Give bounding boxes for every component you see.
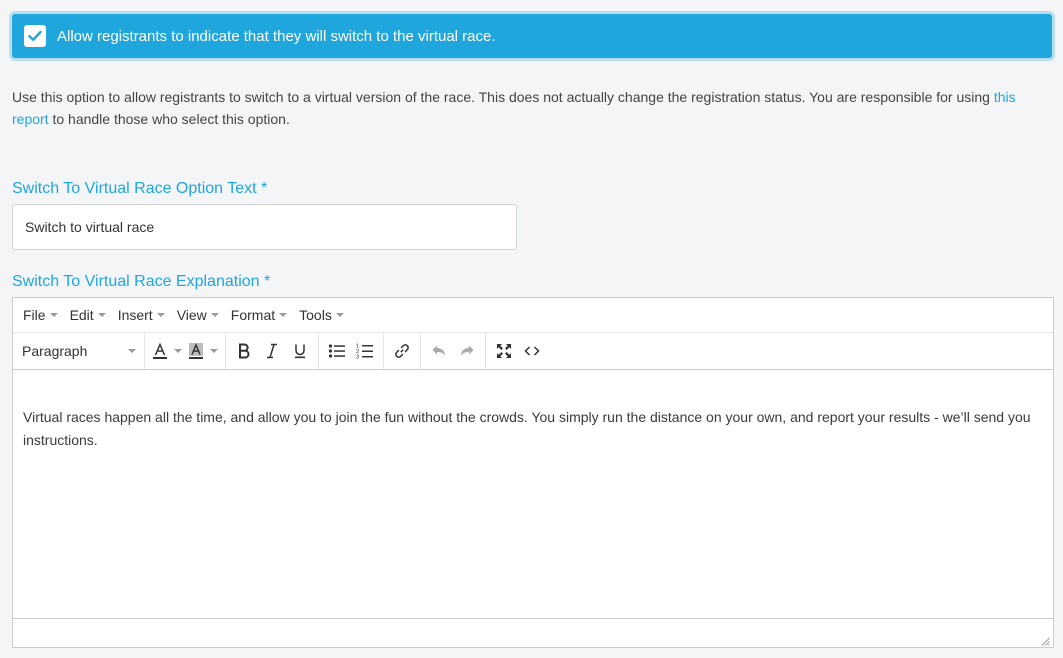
underline-icon xyxy=(295,344,305,359)
block-format-value: Paragraph xyxy=(22,343,88,359)
chevron-down-icon xyxy=(128,349,136,353)
checkmark-icon xyxy=(28,30,42,41)
italic-icon xyxy=(267,343,277,359)
description-text-before: Use this option to allow registrants to … xyxy=(12,89,994,105)
source-code-button[interactable] xyxy=(518,337,546,365)
chevron-down-icon xyxy=(279,313,288,317)
background-color-button[interactable] xyxy=(185,337,221,365)
editor-menubar: File Edit Insert View Format Tools xyxy=(13,298,1053,332)
editor-paragraph: Virtual races happen all the time, and a… xyxy=(23,409,1031,448)
menu-file[interactable]: File xyxy=(17,298,64,332)
source-code-icon xyxy=(524,346,540,356)
menu-insert[interactable]: Insert xyxy=(112,298,171,332)
block-format-select[interactable]: Paragraph xyxy=(17,343,140,359)
menu-edit-label: Edit xyxy=(69,307,94,323)
link-icon xyxy=(395,344,409,358)
menu-insert-label: Insert xyxy=(117,307,153,323)
redo-button[interactable] xyxy=(453,337,481,365)
numbered-list-icon: 1 2 3 xyxy=(356,344,373,361)
editor-content-area[interactable]: Virtual races happen all the time, and a… xyxy=(13,370,1053,618)
chevron-down-icon xyxy=(210,349,218,353)
bullet-list-icon xyxy=(328,344,345,358)
bold-icon xyxy=(239,343,250,359)
chevron-down-icon xyxy=(210,313,219,317)
fullscreen-button[interactable] xyxy=(490,337,518,365)
undo-button[interactable] xyxy=(425,337,453,365)
menu-tools[interactable]: Tools xyxy=(293,298,350,332)
option-text-label: Switch To Virtual Race Option Text * xyxy=(12,180,268,197)
menu-format-label: Format xyxy=(230,307,276,323)
chevron-down-icon xyxy=(174,349,182,353)
underline-button[interactable] xyxy=(286,337,314,365)
allow-virtual-switch-checkbox[interactable] xyxy=(24,25,46,47)
option-description: Use this option to allow registrants to … xyxy=(12,86,1042,130)
chevron-down-icon xyxy=(49,313,58,317)
option-text-input[interactable] xyxy=(12,204,517,250)
menu-format[interactable]: Format xyxy=(225,298,293,332)
editor-statusbar xyxy=(13,618,1053,649)
allow-virtual-switch-banner[interactable]: Allow registrants to indicate that they … xyxy=(12,14,1052,58)
italic-button[interactable] xyxy=(258,337,286,365)
description-text-after: to handle those who select this option. xyxy=(48,111,290,127)
bold-button[interactable] xyxy=(230,337,258,365)
rich-text-editor: File Edit Insert View Format Tools Parag… xyxy=(12,297,1054,648)
menu-edit[interactable]: Edit xyxy=(64,298,112,332)
chevron-down-icon xyxy=(97,313,106,317)
text-color-button[interactable] xyxy=(149,337,185,365)
fullscreen-icon xyxy=(497,344,511,358)
menu-view[interactable]: View xyxy=(171,298,225,332)
numbered-list-button[interactable]: 1 2 3 xyxy=(351,337,379,365)
chevron-down-icon xyxy=(156,313,165,317)
chevron-down-icon xyxy=(335,313,344,317)
menu-view-label: View xyxy=(176,307,207,323)
bullet-list-button[interactable] xyxy=(323,337,351,365)
redo-icon xyxy=(461,345,474,356)
resize-handle-icon[interactable] xyxy=(1041,637,1050,646)
editor-toolbar: Paragraph 1 2 3 xyxy=(13,332,1053,370)
menu-tools-label: Tools xyxy=(299,307,332,323)
svg-text:3: 3 xyxy=(356,355,359,361)
explanation-label: Switch To Virtual Race Explanation * xyxy=(12,273,271,290)
link-button[interactable] xyxy=(388,337,416,365)
menu-file-label: File xyxy=(23,307,46,323)
undo-icon xyxy=(432,345,445,356)
background-color-icon xyxy=(189,343,203,359)
text-color-icon xyxy=(153,342,167,359)
allow-virtual-switch-label: Allow registrants to indicate that they … xyxy=(57,27,496,45)
